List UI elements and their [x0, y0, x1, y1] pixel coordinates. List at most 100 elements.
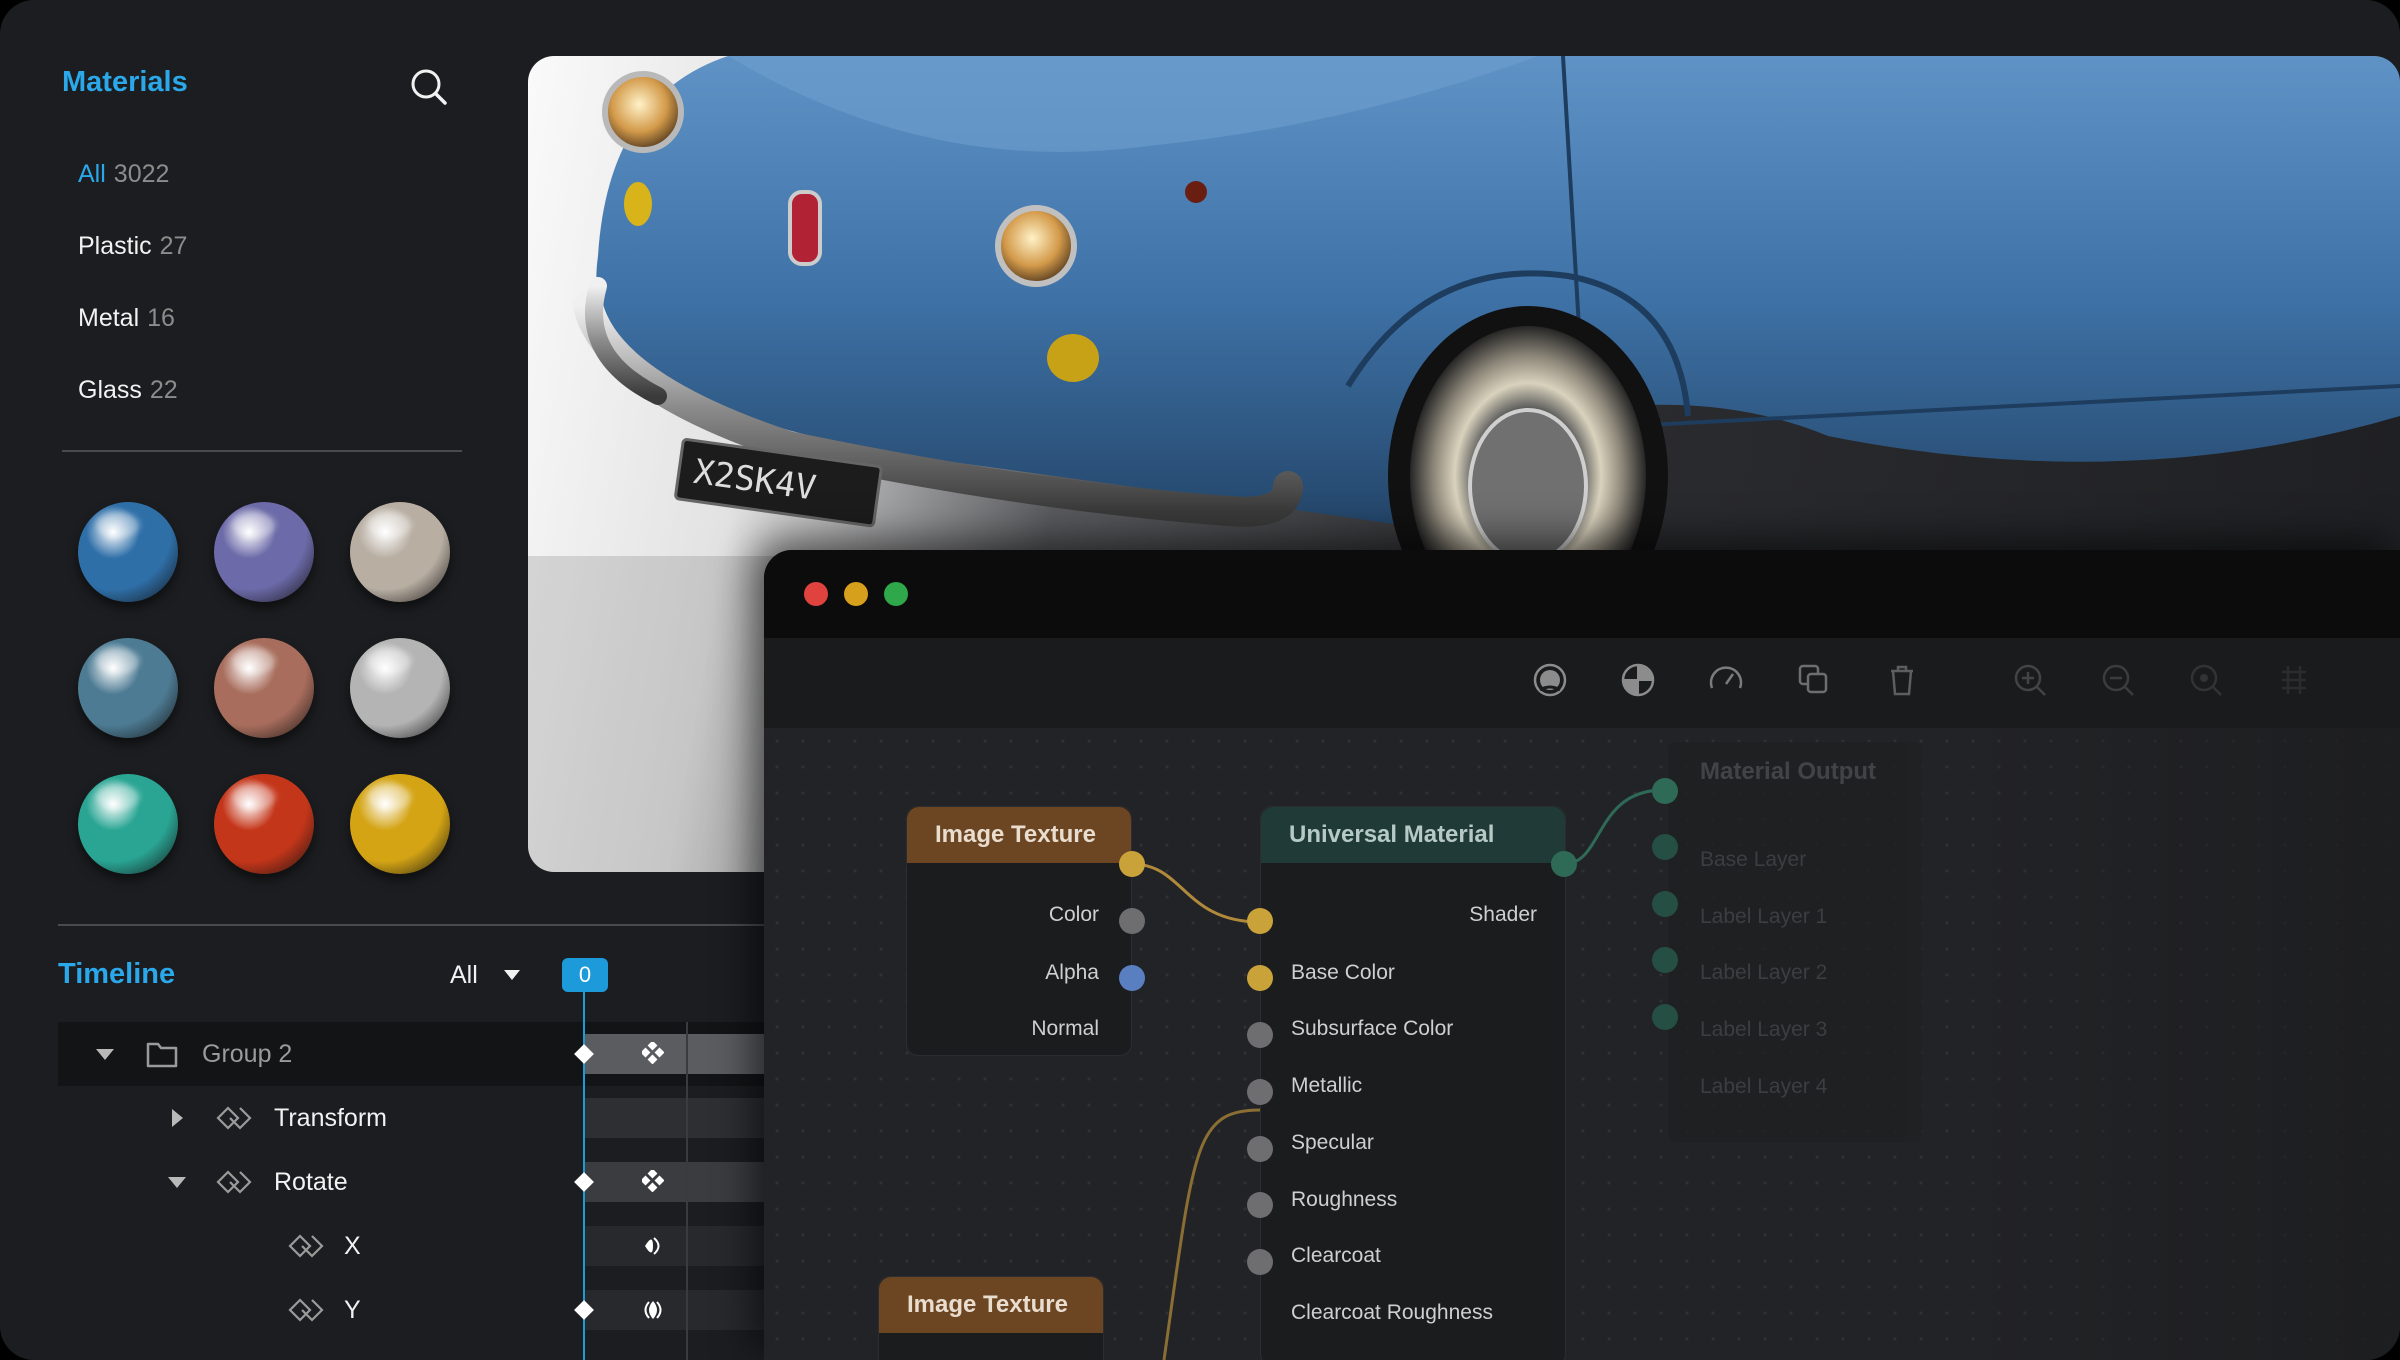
- expand-arrow-icon[interactable]: [172, 1109, 183, 1127]
- node-editor-window[interactable]: Image Texture Color Alpha Normal Univers…: [764, 550, 2400, 1360]
- material-swatch-steel-blue[interactable]: [78, 638, 178, 738]
- timeline-row-label: Transform: [274, 1104, 387, 1132]
- socket-label: Base Color: [1291, 961, 1395, 984]
- subsurface-color-input-socket[interactable]: [1247, 965, 1273, 991]
- color-output-socket[interactable]: [1119, 851, 1145, 877]
- socket-label: Shader: [1469, 903, 1537, 926]
- timeline-track[interactable]: [584, 1034, 764, 1074]
- timeline-track[interactable]: [584, 1162, 764, 1202]
- grid-icon[interactable]: [2274, 660, 2314, 700]
- keyframe-cluster-icon[interactable]: [642, 1170, 664, 1192]
- material-icon[interactable]: [1530, 660, 1570, 700]
- collapse-arrow-icon[interactable]: [168, 1177, 186, 1188]
- socket-label: Label Layer 3: [1700, 1018, 1828, 1041]
- folder-icon: [146, 1042, 178, 1068]
- node-title: Material Output: [1700, 758, 1877, 785]
- gauge-icon[interactable]: [1706, 660, 1746, 700]
- node-title: Universal Material: [1261, 807, 1565, 863]
- timeline-filter-select[interactable]: All: [450, 961, 478, 990]
- keyframe-track-icon: [216, 1170, 252, 1194]
- material-output-node[interactable]: Material Output Base Layer Label Layer 1…: [1668, 742, 1922, 1142]
- metallic-input-socket[interactable]: [1247, 1022, 1273, 1048]
- node-toolbar: [764, 638, 2400, 728]
- keyframe-track-icon: [216, 1106, 252, 1130]
- material-swatch-pearl[interactable]: [350, 502, 450, 602]
- category-count: 27: [159, 232, 188, 260]
- alpha-output-socket[interactable]: [1119, 908, 1145, 934]
- base-layer-input-socket[interactable]: [1652, 778, 1678, 804]
- zoom-fit-icon[interactable]: [2186, 660, 2226, 700]
- socket-label: Metallic: [1291, 1074, 1363, 1097]
- node-canvas[interactable]: Image Texture Color Alpha Normal Univers…: [764, 728, 2400, 1360]
- roughness-input-socket[interactable]: [1247, 1136, 1273, 1162]
- minimize-window-button[interactable]: [844, 582, 868, 606]
- clearcoat-input-socket[interactable]: [1247, 1192, 1273, 1218]
- keyframe-track-icon: [288, 1234, 324, 1258]
- canvas-fade: [1964, 728, 2400, 1360]
- category-count: 16: [147, 304, 175, 332]
- label-layer-3-input-socket[interactable]: [1652, 947, 1678, 973]
- label-layer-2-input-socket[interactable]: [1652, 891, 1678, 917]
- normal-output-socket[interactable]: [1119, 965, 1145, 991]
- category-label: All: [78, 160, 106, 188]
- image-texture-node[interactable]: Image Texture: [878, 1276, 1104, 1360]
- category-all[interactable]: All 3022: [78, 160, 169, 189]
- keyframe-track-icon: [288, 1298, 324, 1322]
- category-label: Plastic: [78, 232, 152, 260]
- timeline-divider: [58, 924, 764, 926]
- material-swatch-gold-glass[interactable]: [350, 774, 450, 874]
- timeline-row-label: Group 2: [202, 1040, 293, 1068]
- close-window-button[interactable]: [804, 582, 828, 606]
- socket-label: Clearcoat Roughness: [1291, 1301, 1493, 1324]
- search-icon[interactable]: [408, 66, 448, 106]
- keyframe-ease-icon[interactable]: [641, 1235, 665, 1257]
- socket-label: Base Layer: [1700, 848, 1807, 871]
- timeline-row-label: Y: [344, 1296, 361, 1324]
- collapse-arrow-icon[interactable]: [96, 1049, 114, 1060]
- timeline-track[interactable]: [584, 1226, 764, 1266]
- category-glass[interactable]: Glass 22: [78, 376, 178, 405]
- keyframe-ease-icon[interactable]: [640, 1299, 666, 1321]
- label-layer-4-input-socket[interactable]: [1652, 1004, 1678, 1030]
- socket-label: Label Layer 2: [1700, 961, 1828, 984]
- duplicate-icon[interactable]: [1794, 660, 1834, 700]
- socket-label: Specular: [1291, 1131, 1374, 1154]
- timeline-track[interactable]: [584, 1098, 764, 1138]
- clearcoat-roughness-input-socket[interactable]: [1247, 1249, 1273, 1275]
- material-swatch-chrome[interactable]: [350, 638, 450, 738]
- category-metal[interactable]: Metal 16: [78, 304, 175, 333]
- zoom-in-icon[interactable]: [2010, 660, 2050, 700]
- label-layer-1-input-socket[interactable]: [1652, 834, 1678, 860]
- base-color-input-socket[interactable]: [1247, 908, 1273, 934]
- category-plastic[interactable]: Plastic 27: [78, 232, 187, 261]
- socket-label: Label Layer 4: [1700, 1075, 1828, 1098]
- category-count: 3022: [113, 160, 170, 188]
- timeline-grid-line: [686, 1022, 688, 1360]
- material-swatch-violet-metal[interactable]: [214, 502, 314, 602]
- chevron-down-icon[interactable]: [504, 970, 520, 980]
- app-window: Materials All 3022 Plastic 27 Metal 16 Glas…: [0, 0, 2400, 1360]
- window-titlebar: [764, 550, 2400, 638]
- material-swatch-copper[interactable]: [214, 638, 314, 738]
- socket-label: Subsurface Color: [1291, 1017, 1454, 1040]
- node-title: Image Texture: [879, 1277, 1103, 1333]
- current-frame-badge[interactable]: 0: [562, 958, 608, 992]
- globe-icon[interactable]: [1618, 660, 1658, 700]
- category-label: Metal: [78, 304, 140, 332]
- specular-input-socket[interactable]: [1247, 1079, 1273, 1105]
- sidebar-divider: [62, 450, 462, 452]
- zoom-out-icon[interactable]: [2098, 660, 2138, 700]
- keyframe-cluster-icon[interactable]: [642, 1042, 664, 1064]
- node-title: Image Texture: [907, 807, 1131, 863]
- material-swatch-blue-metal[interactable]: [78, 502, 178, 602]
- universal-material-node[interactable]: Universal Material Shader Base Color Sub…: [1260, 806, 1566, 1360]
- timeline-track[interactable]: [584, 1290, 764, 1330]
- material-swatch-red-glass[interactable]: [214, 774, 314, 874]
- material-swatch-teal-glass[interactable]: [78, 774, 178, 874]
- shader-output-socket[interactable]: [1551, 851, 1577, 877]
- image-texture-node[interactable]: Image Texture Color Alpha Normal: [906, 806, 1132, 1056]
- materials-title: Materials: [62, 66, 188, 98]
- socket-label: Label Layer 1: [1700, 905, 1828, 928]
- maximize-window-button[interactable]: [884, 582, 908, 606]
- trash-icon[interactable]: [1882, 660, 1922, 700]
